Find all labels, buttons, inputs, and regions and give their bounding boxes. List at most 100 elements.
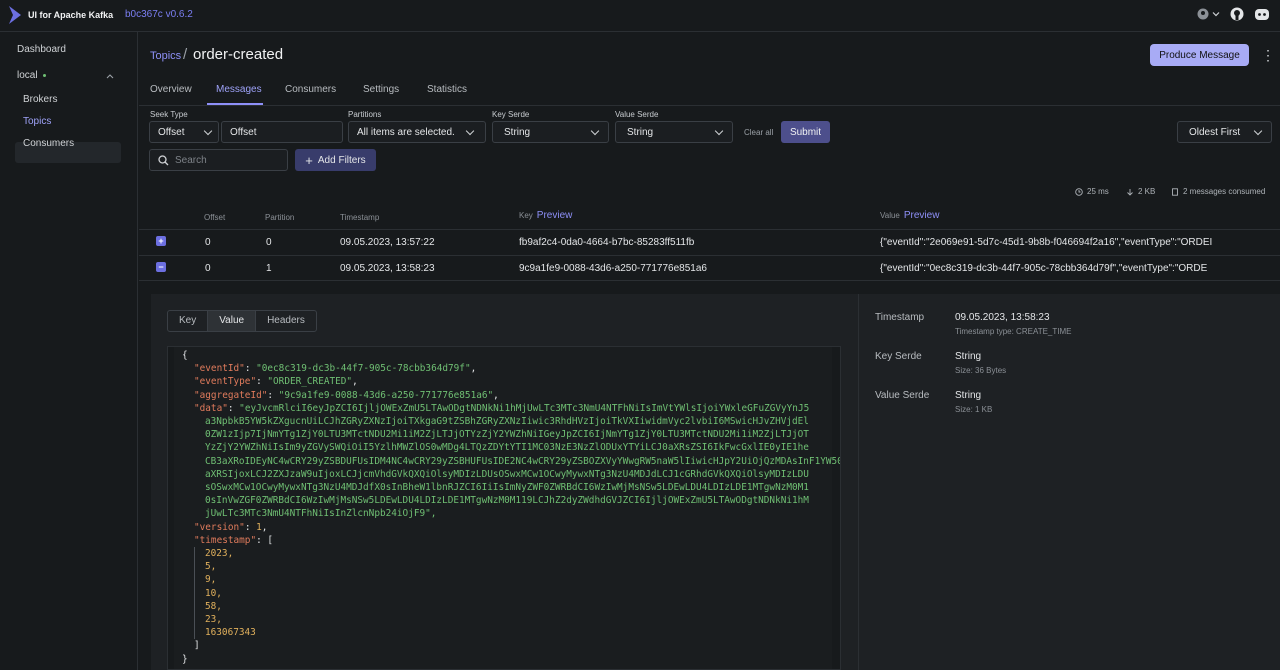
page-title: order-created [193, 46, 284, 63]
row-value: {"eventId":"2e069e91-5d7c-45d1-9b8b-f046… [880, 237, 1213, 248]
key-serde-value: String [504, 126, 531, 138]
seek-type-value: Offset [158, 126, 185, 138]
tab-consumers[interactable]: Consumers [285, 84, 336, 95]
json-value: 1 [256, 521, 262, 533]
json-value-line: aXRSIjoxLCJ2ZXJzaW9uIjoxLCJjcmVhdGVkQXQi… [205, 468, 809, 480]
kafka-logo-icon[interactable] [8, 5, 22, 25]
detail-tab-value[interactable]: Value [208, 311, 257, 331]
more-options-icon[interactable]: ⋮ [1261, 46, 1275, 64]
json-value-line: 0ZW1zIjp7IjNmYTg1ZjY0LTU3MTctNDU2Mi1iM2Z… [205, 429, 809, 441]
add-filters-label: Add Filters [317, 154, 366, 166]
table-row[interactable]: + 0 0 09.05.2023, 13:57:22 fb9af2c4-0da0… [139, 229, 1280, 255]
json-content: { "eventId": "0ec8c319-dc3b-44f7-905c-78… [182, 350, 840, 665]
json-value: "eyJvcmRlciI6eyJpZCI6IjljOWExZmU5LTAwODg… [239, 402, 810, 414]
search-placeholder: Search [175, 155, 207, 166]
stat-size-value: 2 KB [1138, 187, 1156, 196]
top-right-actions [1197, 7, 1270, 21]
tab-messages[interactable]: Messages [216, 84, 262, 95]
user-menu[interactable] [1197, 8, 1220, 20]
meta-timestamp-label: Timestamp [875, 312, 925, 323]
json-value-line: sOSwxMCw1OCwyMywxNTg3NzU4MDJdfX0sInBheW1… [205, 482, 809, 494]
search-input[interactable]: Search [149, 149, 288, 171]
breadcrumb-topics[interactable]: Topics [150, 50, 181, 62]
sidebar-item-dashboard[interactable]: Dashboard [17, 44, 66, 55]
meta-key-serde-value: String [955, 351, 982, 362]
json-array-item: 5, [205, 561, 217, 573]
json-value-line: YzZjY2YWZhNiIsIm9yZGVySWQiOiI5YzlhMWZlOS… [205, 442, 809, 454]
tab-statistics[interactable]: Statistics [427, 84, 467, 95]
detail-tab-key[interactable]: Key [168, 311, 209, 331]
stat-consumed: 2 messages consumed [1171, 187, 1265, 196]
json-value-line: CB3aXRoIDEyNC4wCRY29yZSBDUFUsIDM4NC4wCRY… [205, 455, 840, 467]
json-close-bracket: ] [194, 640, 200, 652]
header-value: Value Preview [880, 210, 940, 221]
sidebar-cluster-local[interactable]: local [17, 70, 47, 81]
meta-timestamp-type: Timestamp type: CREATE_TIME [955, 327, 1072, 336]
json-key: "data" [194, 402, 228, 414]
seek-type-label: Seek Type [150, 110, 188, 119]
key-serde-select[interactable]: String [492, 121, 609, 143]
row-partition: 1 [266, 263, 272, 274]
header-offset: Offset [204, 213, 226, 222]
sidebar-item-consumers[interactable]: Consumers [23, 138, 74, 149]
json-array-item: 58, [205, 600, 222, 612]
tab-overview[interactable]: Overview [150, 84, 192, 95]
json-value-line: 0sInVwZGF0ZWRBdCI6WzIwMjMsNSw5LDEwLDU4LD… [205, 495, 809, 507]
produce-message-button[interactable]: Produce Message [1150, 44, 1249, 66]
clear-all-button[interactable]: Clear all [744, 128, 773, 137]
chevron-down-icon [714, 126, 724, 136]
value-preview-link[interactable]: Preview [904, 210, 940, 221]
value-serde-select[interactable]: String [615, 121, 733, 143]
row-value: {"eventId":"0ec8c319-dc3b-44f7-905c-78cb… [880, 263, 1208, 274]
seek-type-select[interactable]: Offset [149, 121, 219, 143]
top-bar: UI for Apache Kafka b0c367c v0.6.2 [0, 0, 1280, 32]
file-icon [1172, 187, 1178, 196]
arrow-down-icon [1127, 188, 1133, 196]
tab-settings[interactable]: Settings [363, 84, 399, 95]
app-title[interactable]: UI for Apache Kafka [28, 10, 113, 20]
sidebar-item-brokers[interactable]: Brokers [23, 94, 57, 105]
meta-key-serde-label: Key Serde [875, 351, 922, 362]
meta-key-size: Size: 36 Bytes [955, 366, 1007, 375]
github-icon[interactable] [1230, 7, 1244, 21]
json-array-item: 2023, [205, 548, 234, 560]
row-partition: 0 [266, 237, 272, 248]
meta-value-serde-label: Value Serde [875, 390, 930, 401]
detail-tab-headers[interactable]: Headers [256, 311, 316, 331]
meta-timestamp-value: 09.05.2023, 13:58:23 [955, 312, 1050, 323]
sort-order-select[interactable]: Oldest First [1177, 121, 1272, 143]
json-close-brace: } [182, 653, 188, 665]
offset-input[interactable]: Offset [221, 121, 343, 143]
json-value: "9c9a1fe9-0088-43d6-a250-771776e851a6" [278, 389, 494, 401]
plus-icon: + [305, 152, 313, 168]
stat-time-value: 25 ms [1087, 187, 1109, 196]
user-avatar-icon [1197, 8, 1209, 20]
chevron-down-icon [590, 126, 600, 136]
chevron-down-icon [1253, 126, 1263, 136]
chevron-down-icon [203, 126, 213, 136]
discord-icon[interactable] [1254, 8, 1270, 21]
row-offset: 0 [205, 237, 211, 248]
search-icon [158, 155, 169, 166]
partitions-select[interactable]: All items are selected. [348, 121, 486, 143]
message-detail-panel: Key Value Headers { "eventId": "0ec8c319… [151, 294, 1280, 670]
version-link[interactable]: b0c367c v0.6.2 [125, 9, 193, 20]
collapse-minus-icon[interactable]: − [156, 262, 166, 272]
json-viewer[interactable]: { "eventId": "0ec8c319-dc3b-44f7-905c-78… [167, 346, 841, 670]
expand-plus-icon[interactable]: + [156, 236, 166, 246]
json-key: "eventType" [194, 376, 257, 388]
header-timestamp: Timestamp [340, 213, 380, 222]
submit-button[interactable]: Submit [781, 121, 830, 143]
sort-order-value: Oldest First [1189, 126, 1241, 138]
value-serde-label: Value Serde [615, 110, 659, 119]
row-timestamp: 09.05.2023, 13:58:23 [340, 263, 435, 274]
key-preview-link[interactable]: Preview [537, 210, 573, 221]
json-value: "0ec8c319-dc3b-44f7-905c-78cbb364d79f" [256, 363, 471, 375]
chevron-up-icon[interactable] [106, 73, 114, 79]
add-filters-button[interactable]: + Add Filters [295, 149, 376, 171]
table-row[interactable]: − 0 1 09.05.2023, 13:58:23 9c9a1fe9-0088… [139, 255, 1280, 281]
meta-value-size: Size: 1 KB [955, 405, 993, 414]
sidebar-item-topics[interactable]: Topics [23, 116, 51, 127]
key-serde-label: Key Serde [492, 110, 530, 119]
cluster-status-dot [43, 73, 47, 77]
